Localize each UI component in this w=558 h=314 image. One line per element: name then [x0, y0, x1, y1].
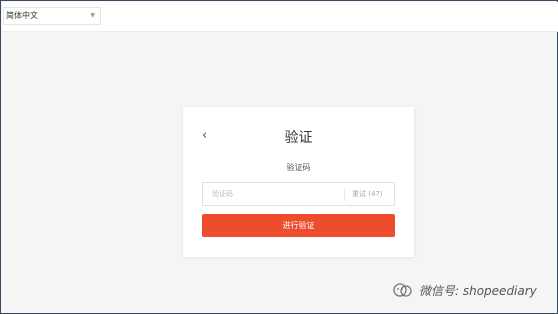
verify-button[interactable]: 进行验证	[202, 214, 395, 237]
language-select[interactable]: 简体中文 ▼	[3, 7, 101, 25]
page-title: 验证	[284, 130, 313, 146]
resend-code-button[interactable]: 重试 (47)	[352, 183, 383, 205]
code-input-wrapper: 重试 (47)	[202, 182, 395, 206]
verification-card: ‹ 验证 验证码 重试 (47) 进行验证	[183, 107, 414, 257]
verification-subtitle: 验证码	[286, 163, 311, 172]
watermark-text: 微信号: shopeediary	[419, 284, 537, 298]
app-window: 简体中文 ▼ ‹ 验证 验证码 重试 (47) 进行验证 微信号: shopee…	[0, 0, 558, 314]
wechat-icon	[393, 283, 412, 297]
chevron-down-icon: ▼	[90, 12, 95, 19]
top-bar: 简体中文 ▼	[2, 2, 558, 32]
language-select-value: 简体中文	[6, 11, 38, 20]
input-divider	[344, 189, 345, 201]
watermark: 微信号: shopeediary	[391, 279, 551, 301]
verification-code-input[interactable]	[203, 183, 343, 205]
